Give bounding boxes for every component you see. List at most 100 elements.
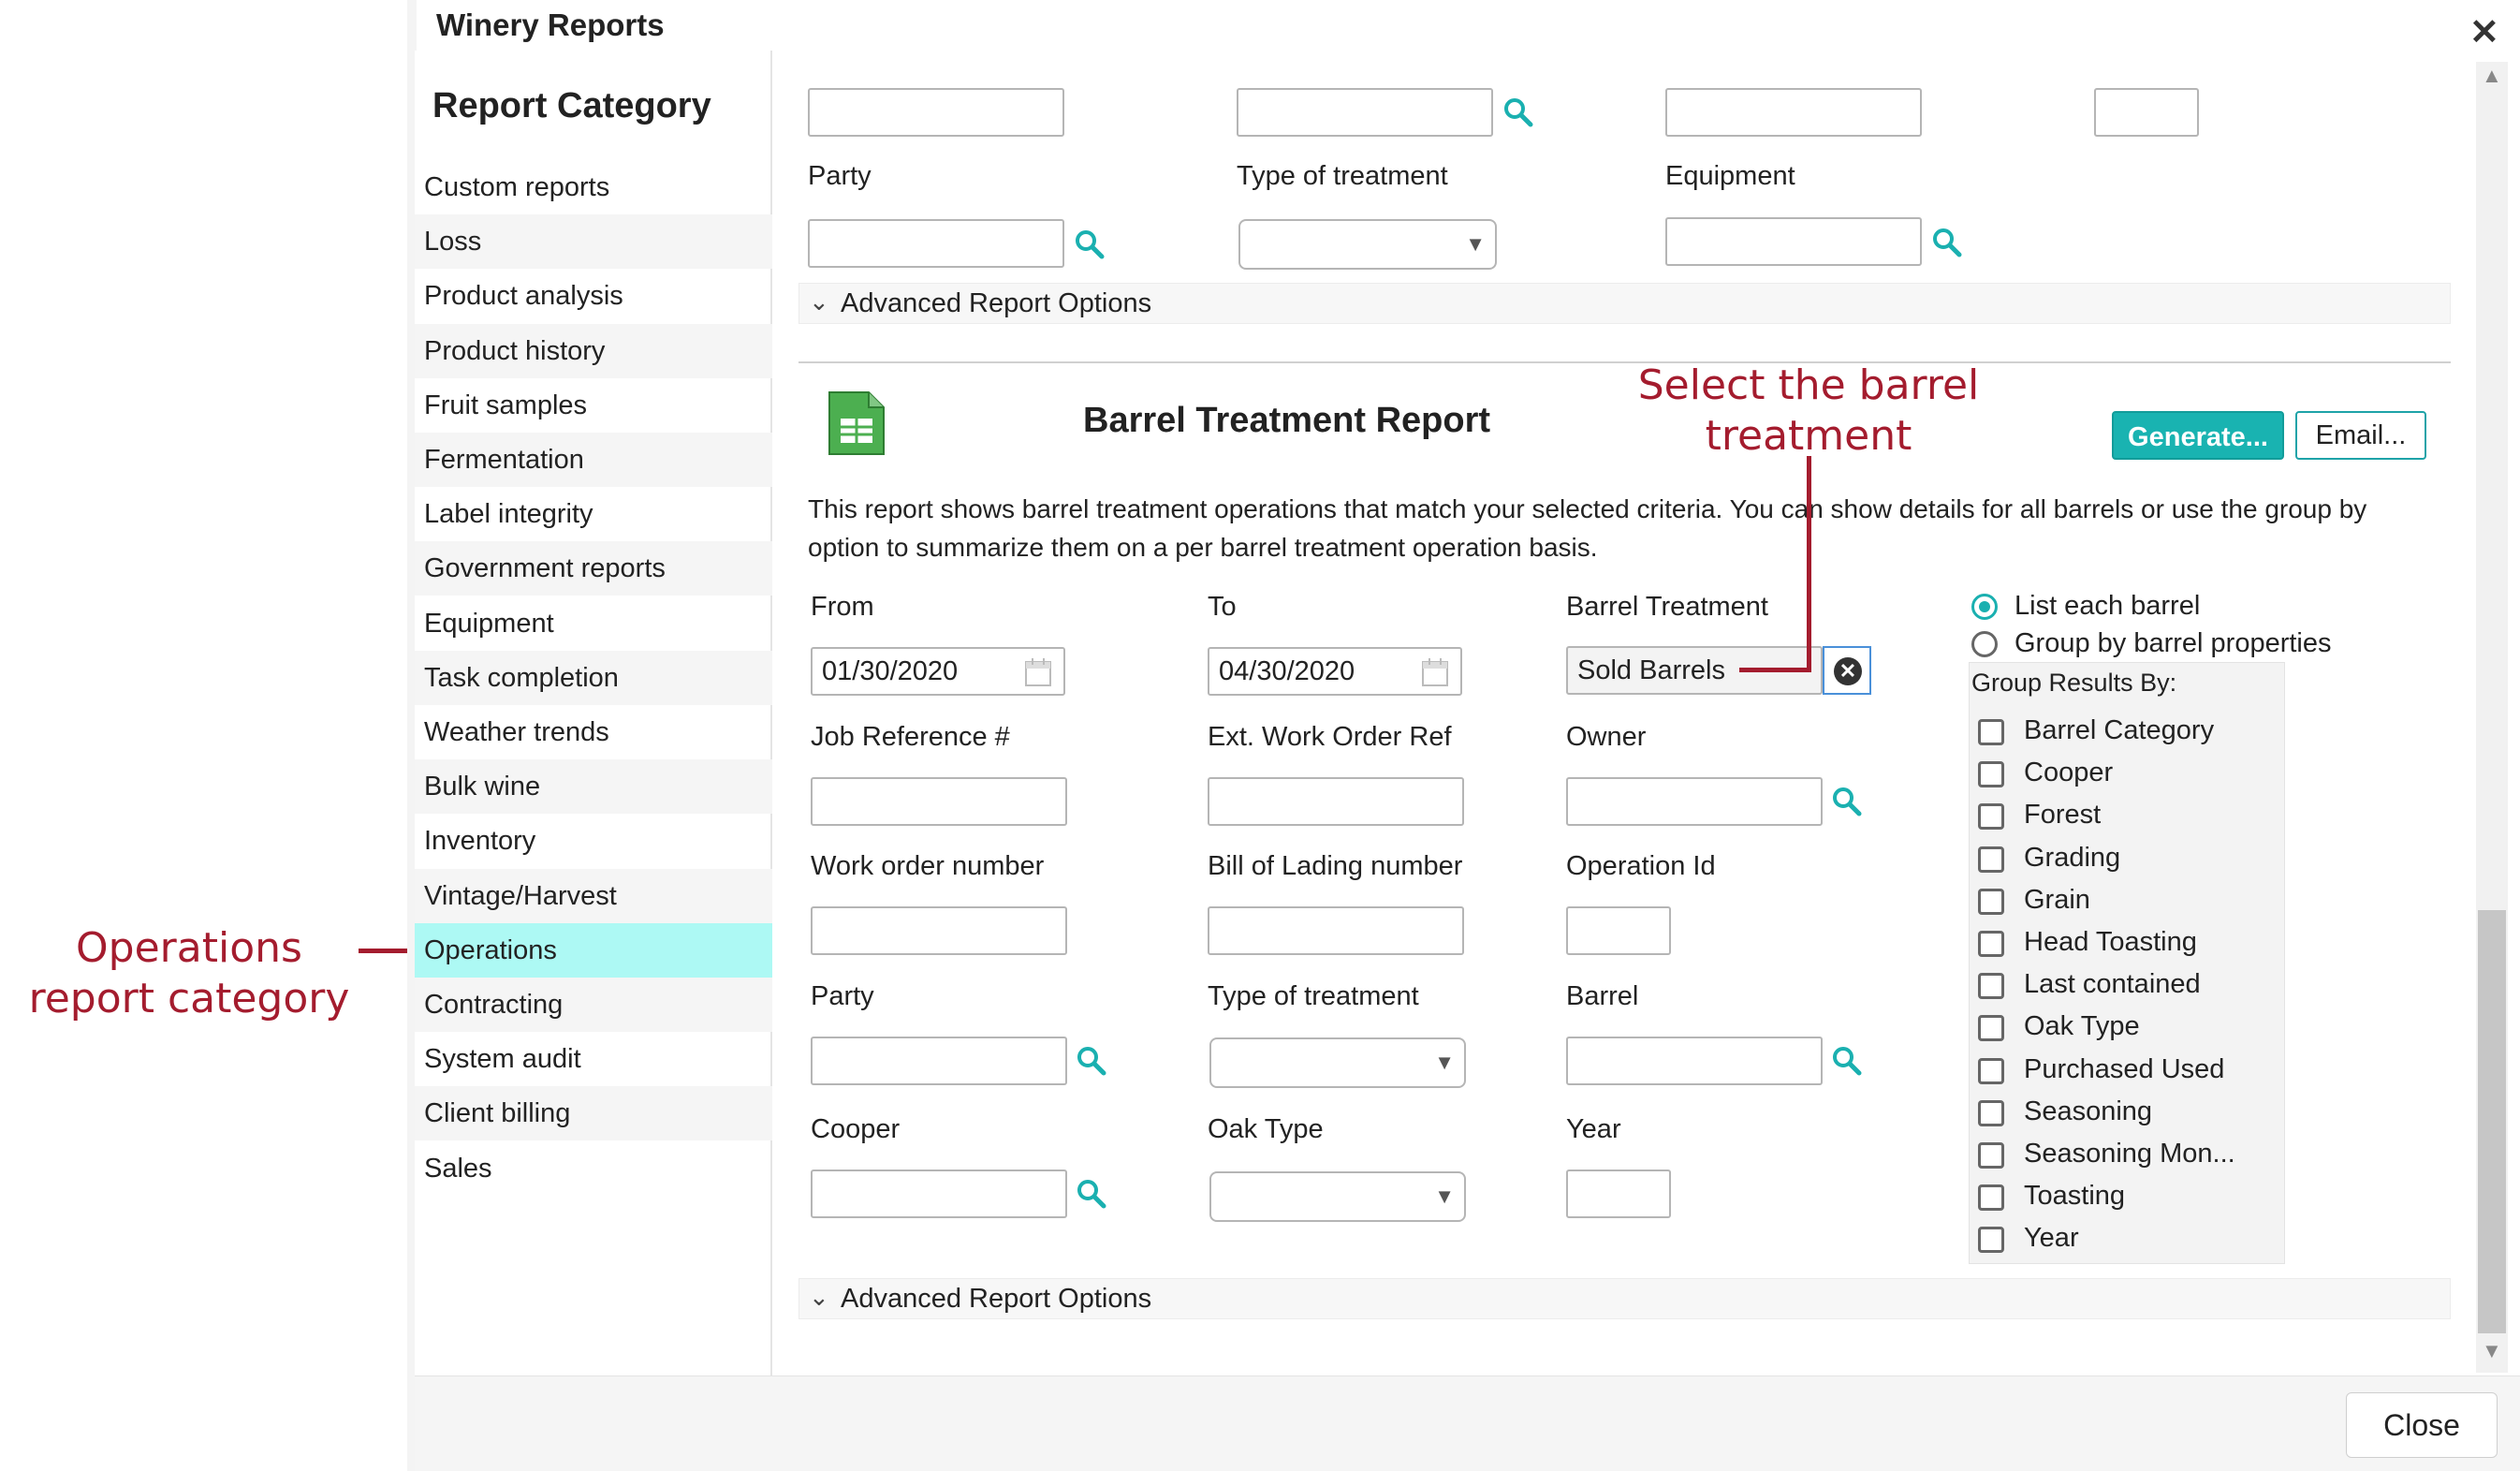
sidebar-item-inventory[interactable]: Inventory xyxy=(415,814,772,868)
group-option-label: Forest xyxy=(2024,800,2102,831)
checkbox-seasoning-mon[interactable] xyxy=(1978,1142,2004,1169)
scroll-up-icon[interactable]: ▲ xyxy=(2482,64,2502,88)
upper-field-4[interactable] xyxy=(2094,88,2199,137)
sidebar-item-label-integrity[interactable]: Label integrity xyxy=(415,487,772,541)
type-of-treatment-select[interactable]: ▼ xyxy=(1209,1037,1466,1088)
search-icon[interactable] xyxy=(1930,226,1964,259)
advanced-options-label: Advanced Report Options xyxy=(841,288,1152,318)
upper-field-1[interactable] xyxy=(808,88,1064,137)
dropdown-arrow-icon: ▼ xyxy=(1465,232,1486,256)
search-icon[interactable] xyxy=(1830,1044,1864,1078)
annotation-treatment-line xyxy=(1807,456,1811,672)
search-icon[interactable] xyxy=(1075,1044,1108,1078)
upper-type-select[interactable]: ▼ xyxy=(1238,219,1497,270)
group-option-label: Toasting xyxy=(2024,1181,2126,1212)
checkbox-cooper[interactable] xyxy=(1978,761,2004,788)
cooper-input[interactable] xyxy=(811,1169,1067,1218)
group-option-label: Head Toasting xyxy=(2024,927,2197,957)
email-button[interactable]: Email... xyxy=(2295,411,2426,460)
checkbox-seasoning[interactable] xyxy=(1978,1099,2004,1126)
search-icon[interactable] xyxy=(1075,1177,1108,1211)
sidebar-item-client-billing[interactable]: Client billing xyxy=(415,1086,772,1141)
party-input[interactable] xyxy=(811,1037,1067,1085)
sidebar-item-fermentation[interactable]: Fermentation xyxy=(415,433,772,487)
scrollbar-thumb[interactable] xyxy=(2478,910,2506,1333)
checkbox-grading[interactable] xyxy=(1978,846,2004,873)
search-icon[interactable] xyxy=(1502,96,1535,129)
group-results-box xyxy=(1969,662,2285,1264)
ext-work-order-label: Ext. Work Order Ref xyxy=(1208,722,1452,752)
group-option-label: Last contained xyxy=(2024,969,2201,1000)
barrel-treatment-label: Barrel Treatment xyxy=(1566,592,1768,622)
sidebar-item-loss[interactable]: Loss xyxy=(415,214,772,270)
group-option-label: Grading xyxy=(2024,842,2121,873)
sidebar-item-custom-reports[interactable]: Custom reports xyxy=(415,160,772,214)
bill-of-lading-input[interactable] xyxy=(1208,906,1464,955)
sidebar-item-system-audit[interactable]: System audit xyxy=(415,1032,772,1086)
work-order-label: Work order number xyxy=(811,851,1045,881)
job-reference-label: Job Reference # xyxy=(811,722,1010,752)
group-option-label: Year xyxy=(2024,1223,2079,1254)
checkbox-oak-type[interactable] xyxy=(1978,1015,2004,1042)
upper-field-3[interactable] xyxy=(1665,88,1922,137)
sidebar-item-government-reports[interactable]: Government reports xyxy=(415,541,772,596)
list-each-barrel-radio[interactable] xyxy=(1971,594,1998,620)
to-label: To xyxy=(1208,592,1237,622)
close-icon[interactable]: ✕ xyxy=(2469,11,2499,53)
annotation-treatment: Select the barrel treatment xyxy=(1591,360,2026,462)
operation-id-input[interactable] xyxy=(1566,906,1671,955)
generate-button[interactable]: Generate... xyxy=(2112,411,2284,460)
sidebar-item-vintage-harvest[interactable]: Vintage/Harvest xyxy=(415,868,772,923)
checkbox-head-toasting[interactable] xyxy=(1978,931,2004,957)
owner-input[interactable] xyxy=(1566,777,1823,826)
bill-of-lading-label: Bill of Lading number xyxy=(1208,851,1463,881)
clear-icon: ✕ xyxy=(1834,657,1862,685)
oak-type-select[interactable]: ▼ xyxy=(1209,1171,1466,1222)
dropdown-arrow-icon: ▼ xyxy=(1434,1051,1455,1074)
chevron-down-icon: ⌄ xyxy=(809,1283,829,1311)
upper-equipment-input[interactable] xyxy=(1665,217,1922,266)
close-button[interactable]: Close xyxy=(2346,1392,2498,1458)
search-icon[interactable] xyxy=(1073,228,1106,261)
search-icon[interactable] xyxy=(1830,785,1864,818)
dialog-footer xyxy=(415,1375,2520,1471)
advanced-options-label: Advanced Report Options xyxy=(841,1284,1152,1314)
clear-treatment-button[interactable]: ✕ xyxy=(1823,646,1871,695)
upper-party-input[interactable] xyxy=(808,219,1064,268)
work-order-input[interactable] xyxy=(811,906,1067,955)
scroll-down-icon[interactable]: ▼ xyxy=(2482,1339,2502,1363)
sidebar-item-bulk-wine[interactable]: Bulk wine xyxy=(415,759,772,815)
upper-field-2[interactable] xyxy=(1237,88,1493,137)
job-reference-input[interactable] xyxy=(811,777,1067,826)
group-by-properties-label: Group by barrel properties xyxy=(2015,628,2332,658)
group-option-label: Purchased Used xyxy=(2024,1053,2225,1084)
sidebar-item-sales[interactable]: Sales xyxy=(415,1141,772,1196)
checkbox-forest[interactable] xyxy=(1978,803,2004,831)
party-label: Party xyxy=(811,981,874,1011)
oak-type-label: Oak Type xyxy=(1208,1114,1324,1144)
upper-party-label: Party xyxy=(808,161,872,191)
year-input[interactable] xyxy=(1566,1169,1671,1218)
sidebar-item-product-analysis[interactable]: Product analysis xyxy=(415,269,772,323)
checkbox-year[interactable] xyxy=(1978,1227,2004,1254)
group-by-properties-radio[interactable] xyxy=(1971,631,1998,657)
sidebar-item-task-completion[interactable]: Task completion xyxy=(415,650,772,705)
sidebar-item-operations[interactable]: Operations xyxy=(415,922,772,978)
checkbox-purchased-used[interactable] xyxy=(1978,1057,2004,1084)
annotation-treatment-text: Select the barrel treatment xyxy=(1637,361,1980,460)
advanced-report-options[interactable]: ⌄ Advanced Report Options xyxy=(798,1278,2451,1319)
sidebar-item-equipment[interactable]: Equipment xyxy=(415,596,772,651)
ext-work-order-input[interactable] xyxy=(1208,777,1464,826)
checkbox-grain[interactable] xyxy=(1978,888,2004,915)
calendar-icon[interactable] xyxy=(1421,657,1449,687)
checkbox-barrel-category[interactable] xyxy=(1978,719,2004,745)
sidebar-item-fruit-samples[interactable]: Fruit samples xyxy=(415,378,772,433)
sidebar-item-product-history[interactable]: Product history xyxy=(415,323,772,378)
checkbox-last-contained[interactable] xyxy=(1978,973,2004,1000)
sidebar-item-weather-trends[interactable]: Weather trends xyxy=(415,705,772,759)
upper-advanced-options[interactable]: ⌄ Advanced Report Options xyxy=(798,283,2451,324)
checkbox-toasting[interactable] xyxy=(1978,1184,2004,1212)
calendar-icon[interactable] xyxy=(1024,657,1052,687)
barrel-input[interactable] xyxy=(1566,1037,1823,1085)
sidebar-item-contracting[interactable]: Contracting xyxy=(415,978,772,1032)
